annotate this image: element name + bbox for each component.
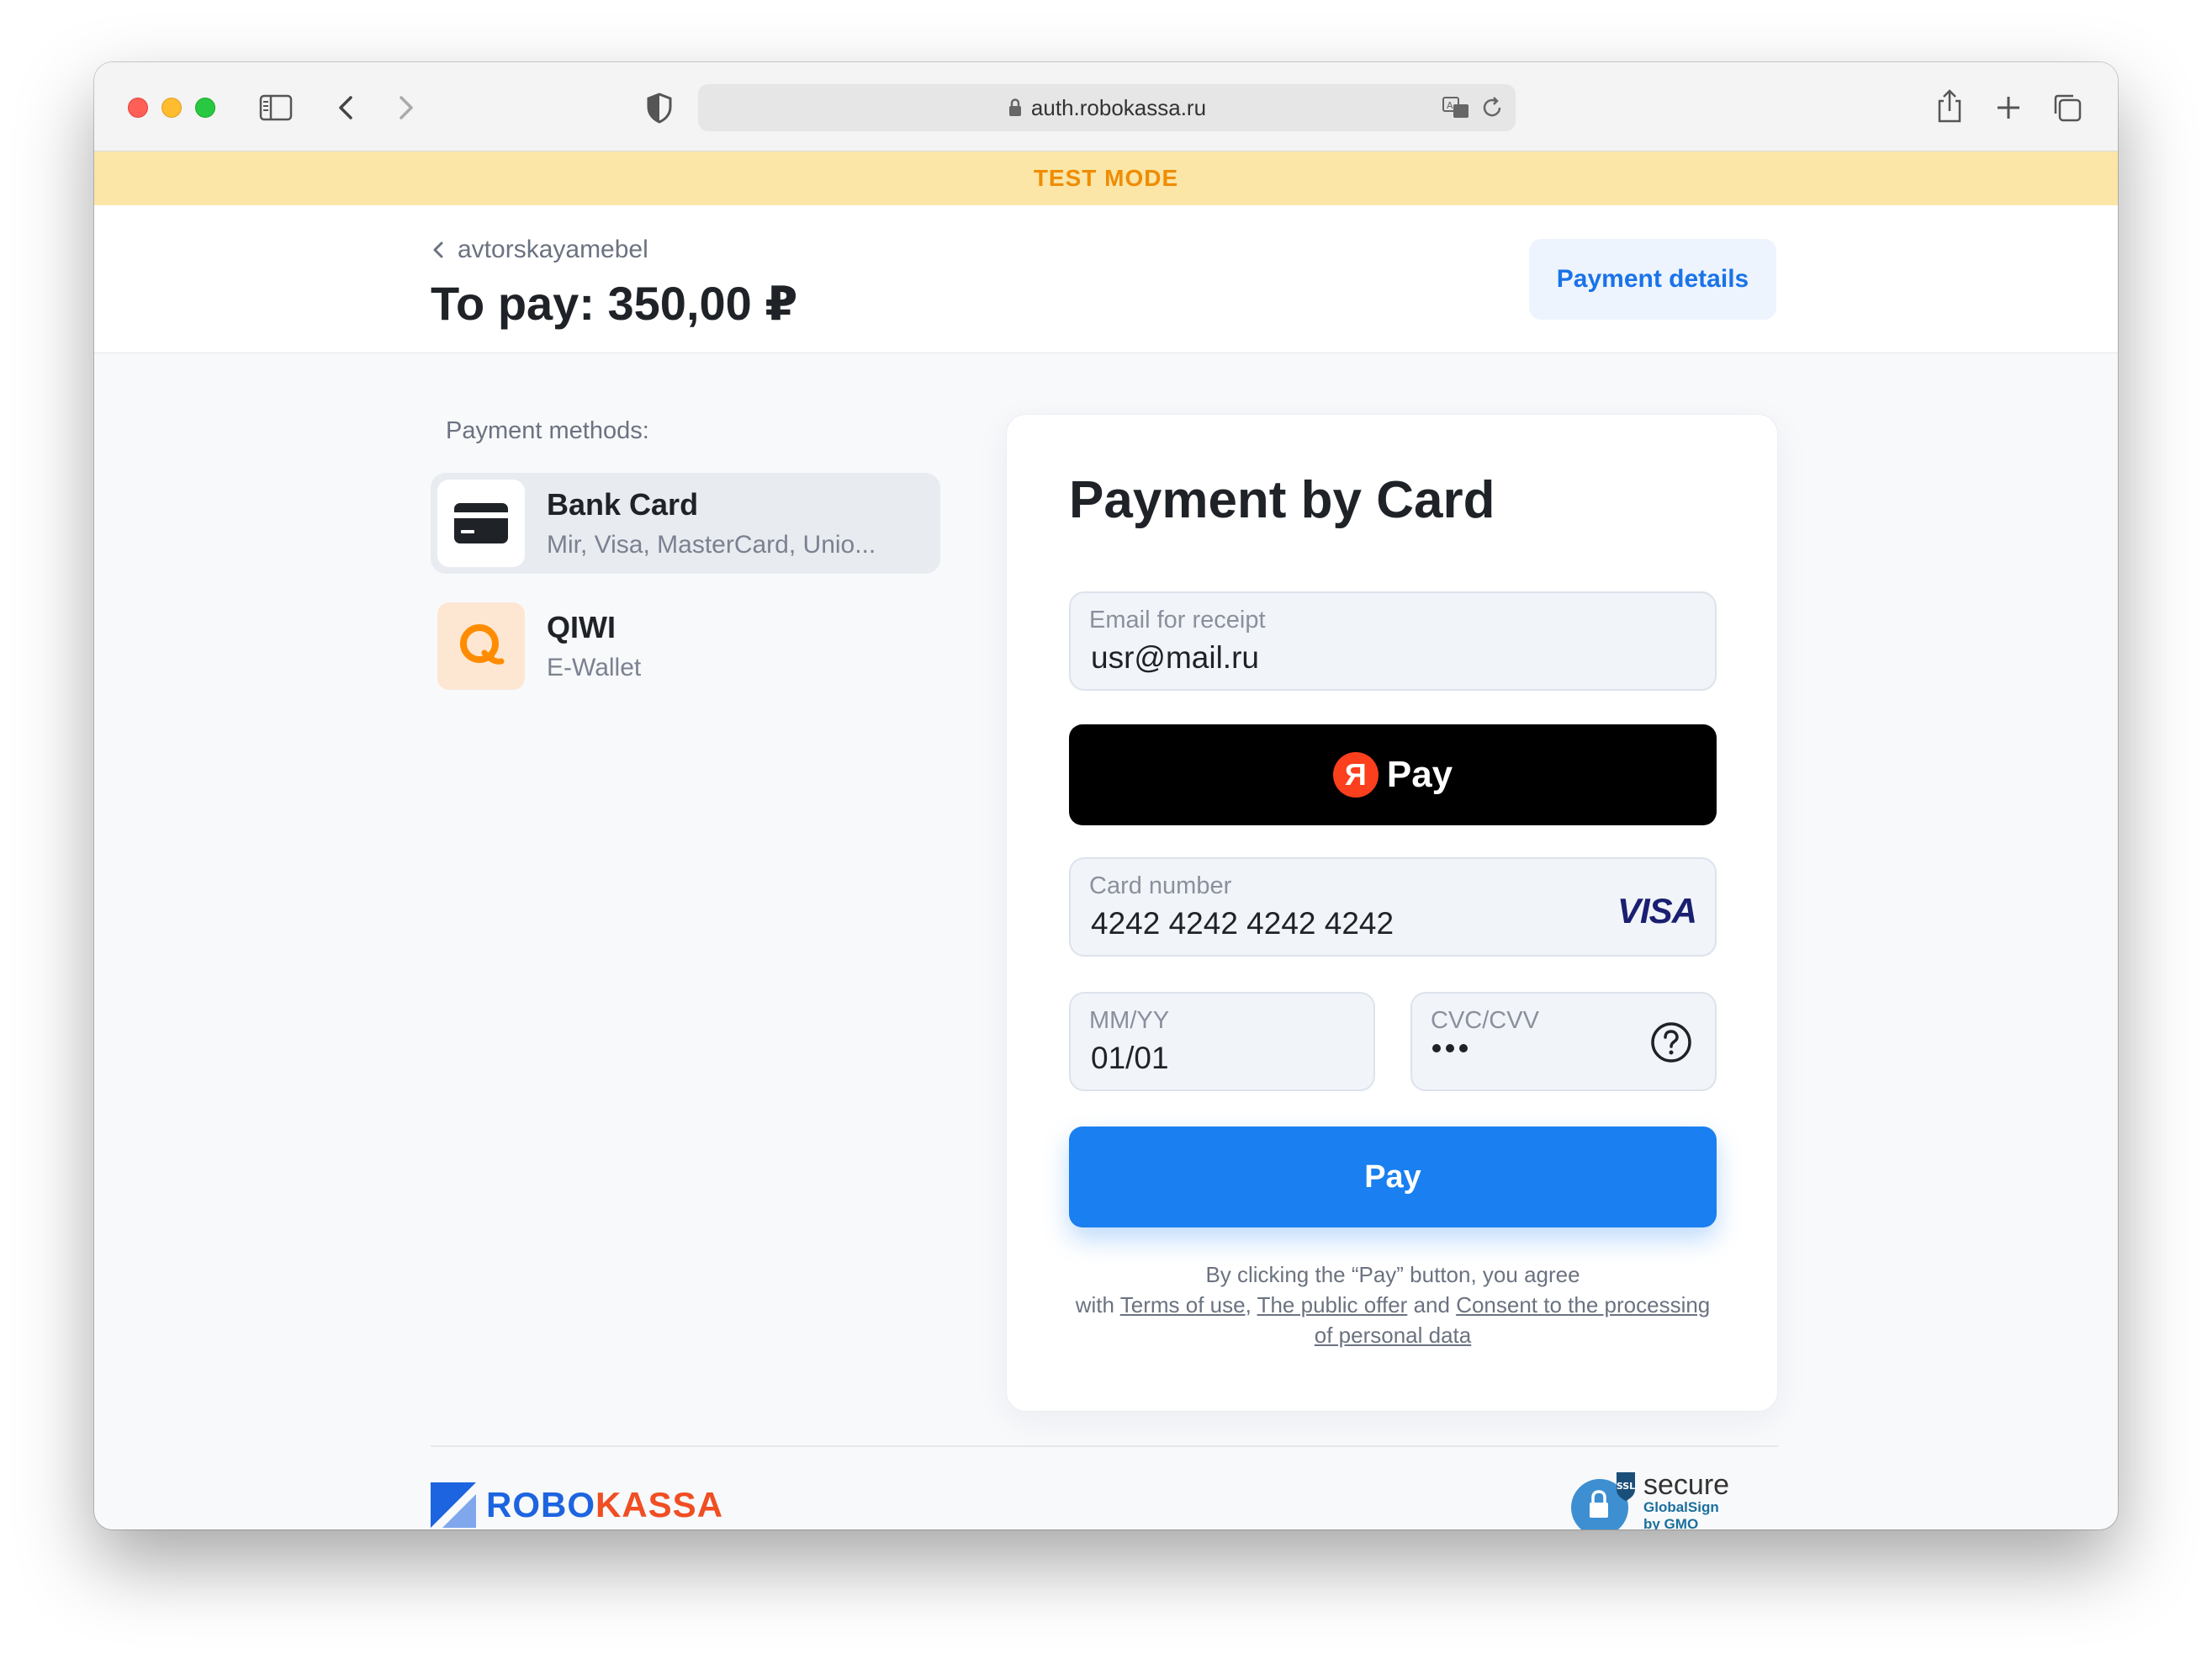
method-title: QIWI bbox=[547, 610, 616, 644]
tab-overview-icon[interactable] bbox=[2051, 91, 2084, 125]
method-subtitle: Mir, Visa, MasterCard, Unio... bbox=[547, 531, 876, 559]
robokassa-k-icon bbox=[431, 1482, 476, 1528]
question-mark-icon[interactable] bbox=[1649, 1020, 1693, 1064]
back-arrow-icon[interactable] bbox=[330, 91, 363, 125]
cvc-field[interactable]: CVC/CVV bbox=[1410, 992, 1717, 1091]
sidebar-toggle-icon[interactable] bbox=[259, 94, 293, 121]
url-text: auth.robokassa.ru bbox=[1030, 94, 1207, 120]
ssl-padlock-icon: SSL bbox=[1571, 1472, 1635, 1529]
privacy-shield-icon[interactable] bbox=[643, 91, 676, 125]
svg-text:A: A bbox=[1447, 100, 1453, 111]
email-value[interactable]: usr@mail.ru bbox=[1091, 640, 1259, 676]
merchant-name: avtorskayamebel bbox=[458, 236, 648, 263]
ssl-gmo-text: by GMO bbox=[1643, 1516, 1699, 1529]
minimize-window-button[interactable] bbox=[161, 98, 182, 118]
visa-logo-icon: VISA bbox=[1617, 891, 1697, 930]
forward-arrow-icon[interactable] bbox=[389, 91, 422, 125]
credit-card-icon bbox=[437, 480, 525, 567]
browser-window: auth.robokassa.ru A TEST MODE avtorskaya… bbox=[94, 62, 2118, 1529]
logo-text-robo: ROBO bbox=[486, 1485, 595, 1524]
card-number-value[interactable]: 4242 4242 4242 4242 bbox=[1091, 906, 1394, 941]
payment-details-button[interactable]: Payment details bbox=[1529, 239, 1776, 320]
yandex-logo-icon: Я bbox=[1332, 752, 1379, 798]
address-bar[interactable]: auth.robokassa.ru A bbox=[698, 84, 1516, 131]
translate-icon[interactable]: A bbox=[1442, 94, 1472, 121]
email-field[interactable]: Email for receipt usr@mail.ru bbox=[1069, 591, 1717, 691]
amount-to-pay: To pay: 350,00 ₽ bbox=[431, 277, 798, 330]
ssl-secure-badge: SSL secure GlobalSign by GMO bbox=[1568, 1471, 1729, 1529]
payment-header: avtorskayamebel To pay: 350,00 ₽ Payment… bbox=[94, 205, 2118, 353]
chevron-left-icon bbox=[431, 239, 446, 261]
lock-icon bbox=[1008, 98, 1023, 118]
reload-icon[interactable] bbox=[1479, 94, 1506, 121]
robokassa-logo: ROBOKASSA bbox=[431, 1482, 723, 1528]
browser-toolbar: auth.robokassa.ru A bbox=[94, 62, 2118, 151]
cvc-masked-value[interactable] bbox=[1432, 1044, 1468, 1052]
expiry-value[interactable]: 01/01 bbox=[1091, 1041, 1169, 1076]
new-tab-icon[interactable] bbox=[1992, 91, 2025, 125]
ssl-secure-text: secure bbox=[1643, 1469, 1730, 1501]
test-mode-banner: TEST MODE bbox=[94, 151, 2118, 205]
agreement-text: By clicking the “Pay” button, you agree … bbox=[1069, 1259, 1717, 1350]
ssl-globalsign-text: GlobalSign bbox=[1643, 1499, 1719, 1515]
agreement-with: with bbox=[1075, 1292, 1114, 1317]
ssl-badge-text: SSL bbox=[1617, 1481, 1635, 1492]
yandex-pay-label: Pay bbox=[1386, 754, 1453, 795]
panel-title: Payment by Card bbox=[1069, 471, 1495, 529]
agreement-comma: , bbox=[1245, 1292, 1252, 1317]
method-subtitle: E-Wallet bbox=[547, 654, 642, 681]
merchant-back-link[interactable]: avtorskayamebel bbox=[431, 236, 648, 264]
qiwi-icon bbox=[437, 602, 525, 690]
yandex-pay-button[interactable]: Я Pay bbox=[1069, 724, 1717, 825]
footer-divider bbox=[431, 1445, 1778, 1447]
agreement-line: By clicking the “Pay” button, you agree bbox=[1205, 1262, 1580, 1287]
method-bank-card[interactable]: Bank Card Mir, Visa, MasterCard, Unio... bbox=[431, 473, 940, 574]
close-window-button[interactable] bbox=[128, 98, 148, 118]
expiry-label: MM/YY bbox=[1089, 1007, 1170, 1034]
terms-of-use-link[interactable]: Terms of use bbox=[1120, 1292, 1246, 1317]
share-icon[interactable] bbox=[1933, 87, 1966, 125]
agreement-and: and bbox=[1413, 1292, 1450, 1317]
card-number-label: Card number bbox=[1089, 872, 1232, 899]
method-qiwi[interactable]: QIWI E-Wallet bbox=[431, 596, 940, 697]
card-payment-panel: Payment by Card Email for receipt usr@ma… bbox=[1006, 414, 1778, 1412]
public-offer-link[interactable]: The public offer bbox=[1257, 1292, 1408, 1317]
maximize-window-button[interactable] bbox=[195, 98, 215, 118]
expiry-field[interactable]: MM/YY 01/01 bbox=[1069, 992, 1375, 1091]
email-label: Email for receipt bbox=[1089, 607, 1266, 634]
cvc-label: CVC/CVV bbox=[1431, 1007, 1539, 1034]
logo-text-kassa: KASSA bbox=[595, 1485, 724, 1524]
pay-button[interactable]: Pay bbox=[1069, 1127, 1717, 1227]
page-background: auth.robokassa.ru A TEST MODE avtorskaya… bbox=[0, 0, 2212, 1654]
card-number-field[interactable]: Card number 4242 4242 4242 4242 VISA bbox=[1069, 857, 1717, 957]
payment-methods-label: Payment methods: bbox=[446, 417, 649, 444]
method-title: Bank Card bbox=[547, 487, 699, 522]
